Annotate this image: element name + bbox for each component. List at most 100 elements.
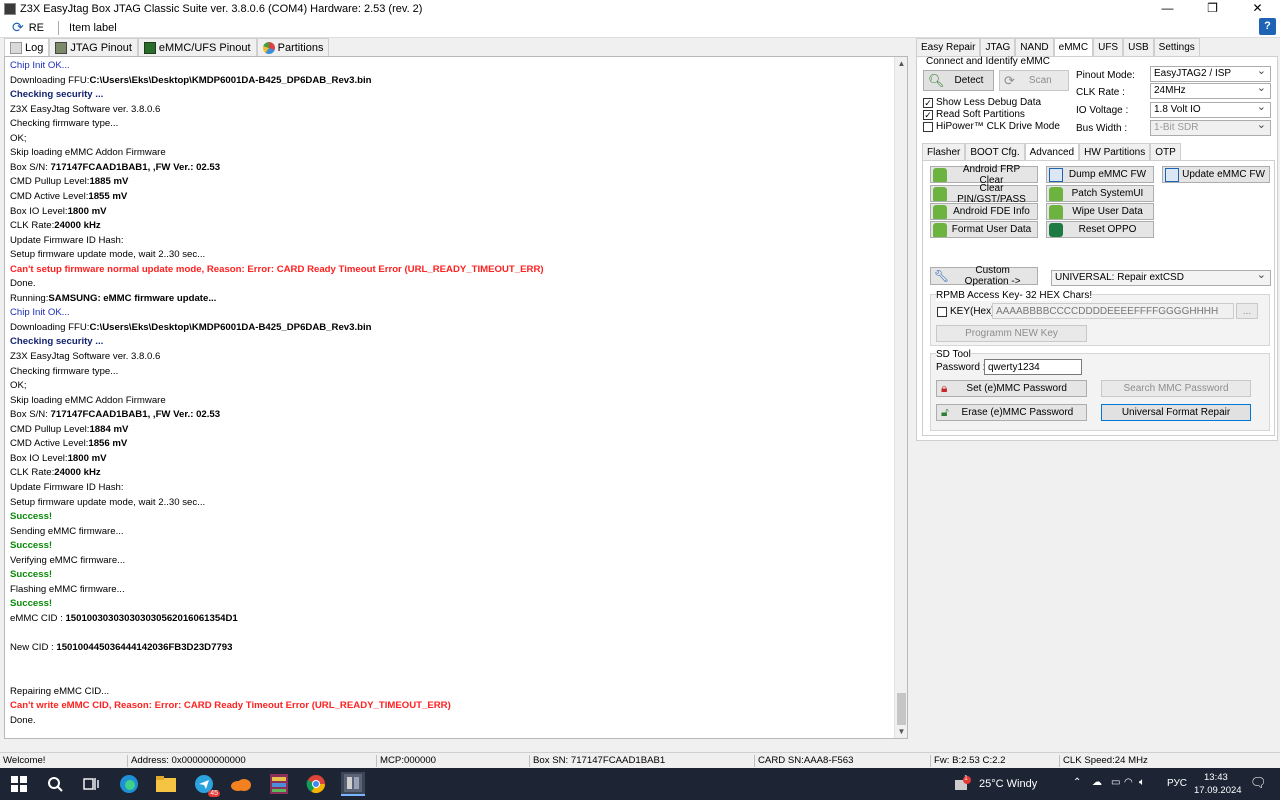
universal-format-repair-button[interactable]: Universal Format Repair bbox=[1101, 404, 1251, 421]
tab-advanced[interactable]: Advanced bbox=[1024, 143, 1080, 160]
format-user-data-label: Format User Data bbox=[951, 224, 1032, 235]
volume-icon[interactable]: 🔈︎ bbox=[1139, 777, 1145, 788]
clock-date[interactable]: 17.09.2024 bbox=[1194, 785, 1242, 796]
log-line: Box IO Level:1800 mV bbox=[10, 206, 107, 217]
tray-chevron-up-icon[interactable]: ⌃ bbox=[1073, 777, 1081, 788]
set-emmc-password-button[interactable]: 🔒︎ Set (e)MMC Password bbox=[936, 380, 1087, 397]
tab-jtag-pinout[interactable]: JTAG Pinout bbox=[49, 38, 138, 56]
onedrive-icon[interactable]: ☁︎ bbox=[1092, 777, 1102, 788]
status-bar: Welcome! Address: 0x000000000000 MCP:000… bbox=[0, 752, 1280, 768]
tab-hw-partitions[interactable]: HW Partitions bbox=[1079, 143, 1151, 160]
windows-start-icon[interactable] bbox=[7, 772, 31, 796]
log-scrollbar[interactable]: ▲ ▼ bbox=[894, 57, 907, 738]
log-text: 717147FCAAD1BAB1, ,FW Ver.: 02.53 bbox=[50, 161, 221, 173]
network-icon[interactable]: ▭ bbox=[1111, 777, 1120, 788]
tab-emmc-ufs-pinout[interactable]: eMMC/UFS Pinout bbox=[137, 38, 257, 56]
scroll-up-arrow-icon[interactable]: ▲ bbox=[895, 59, 907, 68]
rpmb-key-input[interactable] bbox=[992, 303, 1234, 319]
cloud-app-icon[interactable] bbox=[229, 772, 253, 796]
clear-pin-button[interactable]: Clear PIN/GST/PASS bbox=[930, 183, 1038, 205]
scan-button[interactable]: ⟳ Scan bbox=[999, 70, 1069, 91]
hipower-clk-check bbox=[923, 121, 933, 132]
rpmb-key-checkbox[interactable]: KEY(Hex) : bbox=[937, 306, 1000, 317]
custom-operation-label: Custom Operation -> bbox=[964, 265, 1021, 287]
tab-flasher[interactable]: Flasher bbox=[922, 143, 966, 160]
restore-button[interactable]: ❐ bbox=[1190, 0, 1235, 18]
log-text: 1856 mV bbox=[88, 438, 128, 450]
log-line: Done. bbox=[10, 715, 36, 726]
erase-emmc-password-button[interactable]: 🔓︎ Erase (e)MMC Password bbox=[936, 404, 1087, 421]
log-line: Setup firmware update mode, wait 2..30 s… bbox=[10, 497, 205, 508]
chip-icon bbox=[55, 41, 68, 54]
telegram-icon[interactable]: 45 bbox=[192, 772, 220, 797]
pinout-mode-select[interactable]: EasyJTAG2 / ISP bbox=[1150, 64, 1271, 82]
minimize-button[interactable]: — bbox=[1145, 0, 1190, 18]
tab-otp[interactable]: OTP bbox=[1150, 143, 1181, 160]
file-explorer-icon[interactable] bbox=[154, 772, 178, 796]
reset-oppo-button[interactable]: Reset OPPO bbox=[1046, 221, 1154, 238]
log-panel[interactable]: Chip Init OK... Downloading FFU:C:\Users\… bbox=[4, 56, 908, 739]
tab-easy-repair[interactable]: Easy Repair bbox=[916, 38, 981, 56]
android-icon bbox=[933, 167, 947, 182]
log-text: Update Firmware ID Hash: bbox=[10, 481, 124, 493]
winrar-icon[interactable] bbox=[267, 772, 291, 796]
chrome-icon[interactable] bbox=[304, 772, 328, 796]
tab-log[interactable]: Log bbox=[4, 38, 50, 56]
custom-operation-button[interactable]: 🔧︎ Custom Operation -> bbox=[930, 265, 1038, 287]
task-view-icon[interactable] bbox=[79, 772, 103, 796]
dump-emmc-fw-button[interactable]: Dump eMMC FW bbox=[1046, 166, 1154, 183]
tab-boot-cfg[interactable]: BOOT Cfg. bbox=[965, 143, 1025, 160]
language-indicator[interactable]: РУС bbox=[1167, 778, 1187, 789]
wifi-icon[interactable]: ◠ bbox=[1124, 777, 1133, 788]
detect-button[interactable]: 🔍︎ Detect bbox=[923, 70, 994, 91]
show-less-debug-checkbox[interactable]: ✓ Show Less Debug Data bbox=[923, 97, 1041, 108]
edge-browser-icon[interactable] bbox=[117, 772, 141, 796]
clk-rate-select[interactable]: 24MHz bbox=[1150, 81, 1271, 99]
log-line: CMD Pullup Level:1885 mV bbox=[10, 176, 128, 187]
sub-tab-strip: Flasher BOOT Cfg. Advanced HW Partitions… bbox=[922, 143, 1181, 160]
hipower-clk-checkbox[interactable]: HiPower™ CLK Drive Mode bbox=[923, 121, 1060, 132]
update-emmc-fw-label: Update eMMC FW bbox=[1182, 169, 1265, 180]
android-frp-clear-button[interactable]: Android FRP Clear bbox=[930, 164, 1038, 186]
tab-nand[interactable]: NAND bbox=[1015, 38, 1054, 56]
search-mmc-password-button[interactable]: Search MMC Password bbox=[1101, 380, 1251, 397]
weather-widget[interactable]: 25°C Windy bbox=[979, 778, 1037, 790]
format-user-data-button[interactable]: Format User Data bbox=[930, 221, 1038, 238]
z3x-app-icon[interactable] bbox=[341, 772, 365, 796]
bus-width-select[interactable]: 1-Bit SDR bbox=[1150, 118, 1271, 136]
wipe-user-data-button[interactable]: Wipe User Data bbox=[1046, 203, 1154, 220]
password-input[interactable] bbox=[984, 359, 1082, 375]
scroll-thumb[interactable] bbox=[897, 693, 906, 725]
clock-time[interactable]: 13:43 bbox=[1204, 772, 1228, 783]
program-new-key-button[interactable]: Programm NEW Key bbox=[936, 325, 1087, 342]
bus-width-label: Bus Width : bbox=[1076, 123, 1128, 134]
tab-usb[interactable]: USB bbox=[1123, 38, 1154, 56]
tab-partitions[interactable]: Partitions bbox=[256, 38, 330, 56]
log-line: Setup firmware update mode, wait 2..30 s… bbox=[10, 249, 205, 260]
log-text: Checking firmware type... bbox=[10, 365, 119, 377]
custom-operation-select[interactable]: UNIVERSAL: Repair extCSD bbox=[1051, 268, 1271, 286]
search-icon[interactable] bbox=[43, 772, 67, 796]
update-emmc-fw-button[interactable]: Update eMMC FW bbox=[1162, 166, 1270, 183]
action-center-icon[interactable]: 🗨︎ bbox=[1250, 775, 1267, 791]
patch-systemui-button[interactable]: Patch SystemUI bbox=[1046, 185, 1154, 202]
android-fde-info-button[interactable]: Android FDE Info bbox=[930, 203, 1038, 220]
read-soft-partitions-checkbox[interactable]: ✓ Read Soft Partitions bbox=[923, 109, 1025, 120]
tab-settings[interactable]: Settings bbox=[1153, 38, 1200, 56]
set-emmc-password-label: Set (e)MMC Password bbox=[966, 383, 1067, 394]
log-text: Checking security ... bbox=[10, 89, 104, 101]
help-button[interactable]: ? bbox=[1259, 18, 1276, 35]
log-text: OK; bbox=[10, 380, 27, 392]
log-line: Flashing eMMC firmware... bbox=[10, 584, 125, 595]
tab-emmc[interactable]: eMMC bbox=[1053, 38, 1094, 56]
tab-jtag[interactable]: JTAG bbox=[980, 38, 1016, 56]
rpmb-browse-button[interactable]: ... bbox=[1236, 303, 1258, 319]
notification-badge-icon[interactable]: 1 bbox=[955, 775, 971, 792]
log-text: CLK Rate: bbox=[10, 220, 55, 232]
re-button[interactable]: ⟳ RE bbox=[0, 19, 44, 36]
log-line: Can't setup firmware normal update mode,… bbox=[10, 264, 544, 275]
tab-ufs[interactable]: UFS bbox=[1093, 38, 1124, 56]
scroll-down-arrow-icon[interactable]: ▼ bbox=[895, 727, 907, 736]
close-button[interactable]: ✕ bbox=[1235, 0, 1280, 18]
io-voltage-select[interactable]: 1.8 Volt IO bbox=[1150, 100, 1271, 118]
